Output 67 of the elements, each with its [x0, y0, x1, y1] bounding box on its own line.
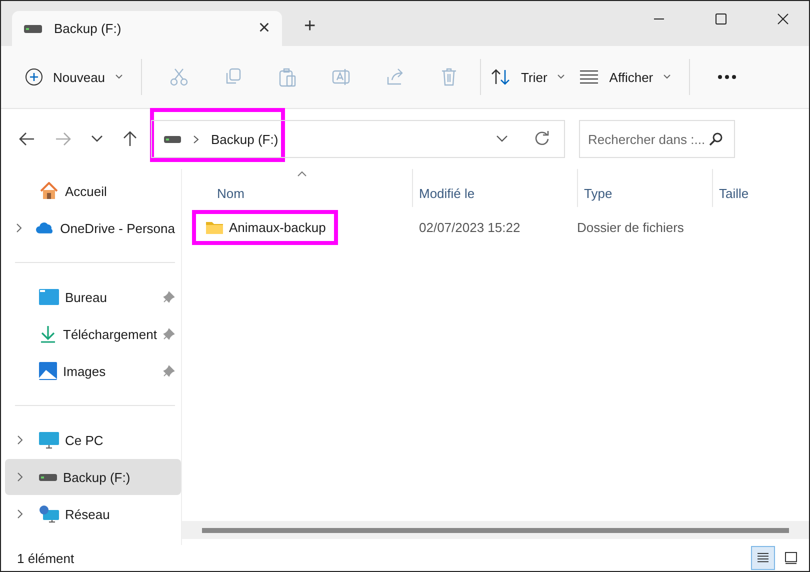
- scrollbar[interactable]: [182, 521, 809, 539]
- details-view-icon[interactable]: [751, 546, 775, 570]
- column-header[interactable]: Modifié le: [412, 169, 577, 207]
- download-icon: [39, 325, 57, 343]
- sidebar-label: Ce PC: [65, 432, 104, 448]
- sidebar-label: Accueil: [65, 184, 108, 198]
- file-name[interactable]: Animaux-backup: [229, 220, 326, 234]
- column-header[interactable]: Taille: [712, 169, 809, 207]
- back-icon[interactable]: [19, 132, 35, 146]
- drive-icon: [24, 24, 42, 32]
- chevron-down-icon: [557, 74, 566, 80]
- sidebar-item[interactable]: Accueil: [5, 173, 181, 209]
- column-header[interactable]: Type: [577, 169, 712, 207]
- monitor-icon: [39, 432, 59, 448]
- sidebar-item[interactable]: Réseau: [5, 496, 181, 532]
- chevron-down-icon[interactable]: [91, 135, 103, 143]
- toolbar-menu-button[interactable]: Trier: [491, 68, 580, 86]
- sidebar-item[interactable]: Images: [5, 353, 181, 389]
- sidebar-item[interactable]: Bureau: [5, 279, 181, 315]
- sidebar-item[interactable]: Backup (F:): [5, 459, 181, 495]
- item-count: 1 élément: [17, 550, 74, 566]
- image-icon: [39, 362, 57, 380]
- close-tab-button[interactable]: ×: [258, 17, 270, 40]
- chevron-right-icon[interactable]: [17, 472, 23, 482]
- up-icon[interactable]: [123, 131, 137, 147]
- sidebar-item[interactable]: Téléchargement: [5, 316, 181, 352]
- desktop-icon: [39, 289, 59, 305]
- search-icon: [709, 132, 723, 146]
- chevron-down-icon: [663, 74, 672, 80]
- chevron-right-icon[interactable]: [16, 223, 22, 233]
- lines-icon: [579, 69, 600, 85]
- sidebar-label: Téléchargement: [63, 326, 158, 342]
- folder-icon: [206, 220, 223, 234]
- chevron-down-icon[interactable]: [496, 135, 508, 143]
- sidebar-item[interactable]: Ce PC: [5, 422, 181, 458]
- cloud-icon: [36, 221, 54, 235]
- network-icon: [39, 505, 59, 523]
- new-tab-button[interactable]: +: [304, 15, 316, 38]
- sidebar-label: Réseau: [65, 506, 111, 522]
- drive-icon: [39, 474, 57, 480]
- sidebar-label: OneDrive - Persona: [60, 220, 175, 236]
- plus-circle-icon: [25, 68, 43, 86]
- tab-title: Backup (F:): [54, 21, 122, 36]
- chevron-right-icon: [193, 134, 199, 144]
- toolbar-menu-button[interactable]: Afficher: [579, 69, 686, 85]
- more-icon[interactable]: [717, 74, 738, 80]
- sidebar-item[interactable]: OneDrive - Persona: [5, 210, 181, 246]
- chevron-right-icon[interactable]: [17, 435, 23, 445]
- chevron-right-icon[interactable]: [17, 509, 23, 519]
- table-cell: Dossier de fichiers: [577, 220, 684, 234]
- toolbar-menu-button[interactable]: Nouveau: [25, 68, 138, 86]
- sort-icon: [491, 68, 512, 86]
- address-bar[interactable]: Backup (F:): [151, 120, 565, 158]
- drive-icon: [164, 136, 181, 142]
- table-cell-text: 02/07/2023 15:22: [418, 220, 522, 234]
- search-field[interactable]: Rechercher dans :...: [579, 120, 735, 158]
- house-icon: [39, 182, 59, 200]
- window-tab[interactable]: Backup (F:) ×: [12, 11, 282, 46]
- chevron-down-icon: [115, 74, 124, 80]
- sidebar-label: Images: [63, 364, 107, 378]
- maximize-icon[interactable]: [715, 13, 727, 25]
- column-header[interactable]: Nom: [182, 169, 412, 207]
- sidebar-label: Backup (F:): [63, 470, 132, 484]
- sidebar-label: Bureau: [65, 290, 108, 304]
- breadcrumb[interactable]: Backup (F:): [211, 132, 278, 146]
- refresh-icon[interactable]: [534, 131, 550, 147]
- close-icon[interactable]: [777, 13, 789, 25]
